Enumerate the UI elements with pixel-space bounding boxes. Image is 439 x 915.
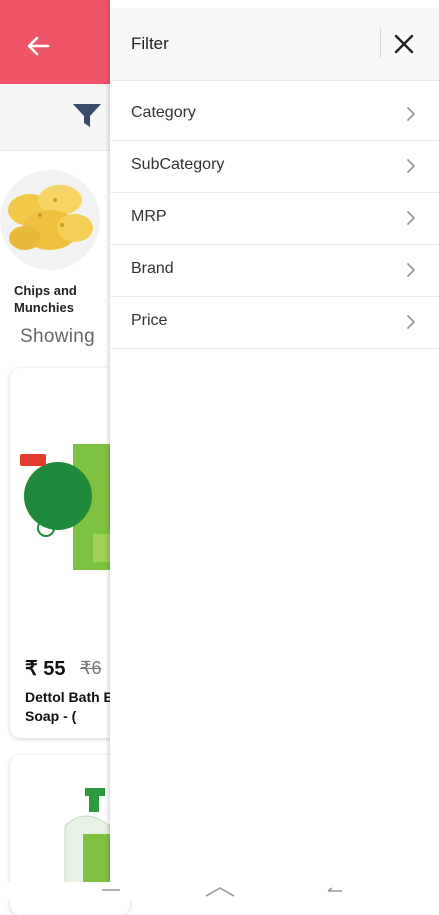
- filter-item-label: Brand: [131, 260, 174, 277]
- drawer-header: Filter: [110, 8, 439, 81]
- header-divider: [380, 28, 381, 58]
- category-image[interactable]: [0, 170, 100, 270]
- back-button[interactable]: [22, 30, 54, 62]
- filter-item-category[interactable]: Category: [110, 88, 439, 141]
- arrow-left-icon: [27, 36, 50, 56]
- filter-item-label: MRP: [131, 208, 167, 225]
- filter-item-price[interactable]: Price: [110, 296, 439, 349]
- chevron-right-icon: [407, 107, 415, 121]
- chevron-right-icon: [407, 159, 415, 173]
- product-image[interactable]: [18, 444, 118, 570]
- filter-drawer: Filter Category SubCategory MRP Brand Pr…: [110, 0, 439, 882]
- filter-item-label: SubCategory: [131, 156, 225, 173]
- category-label[interactable]: Chips and Munchies: [14, 282, 104, 316]
- funnel-icon: [73, 104, 101, 127]
- back-icon[interactable]: [324, 886, 346, 898]
- chevron-right-icon: [407, 263, 415, 277]
- filter-item-label: Category: [131, 104, 196, 121]
- close-button[interactable]: [390, 30, 418, 58]
- drawer-title: Filter: [131, 34, 169, 53]
- filter-item-mrp[interactable]: MRP: [110, 192, 439, 245]
- product-mrp: ₹6: [80, 658, 102, 678]
- product-image[interactable]: [55, 786, 115, 887]
- menu-icon[interactable]: [100, 886, 122, 898]
- soap-pack-icon: [18, 444, 118, 570]
- chevron-right-icon: [407, 315, 415, 329]
- filter-item-brand[interactable]: Brand: [110, 244, 439, 297]
- filter-item-label: Price: [131, 312, 168, 329]
- showing-text: Showing: [20, 326, 95, 347]
- filter-item-subcategory[interactable]: SubCategory: [110, 140, 439, 193]
- home-icon[interactable]: [204, 886, 236, 898]
- chips-icon: [8, 185, 93, 250]
- filter-button[interactable]: [72, 103, 102, 129]
- product-price: ₹ 55: [25, 658, 66, 680]
- handwash-bottle-icon: [64, 788, 111, 887]
- chevron-right-icon: [407, 211, 415, 225]
- close-icon: [394, 34, 414, 54]
